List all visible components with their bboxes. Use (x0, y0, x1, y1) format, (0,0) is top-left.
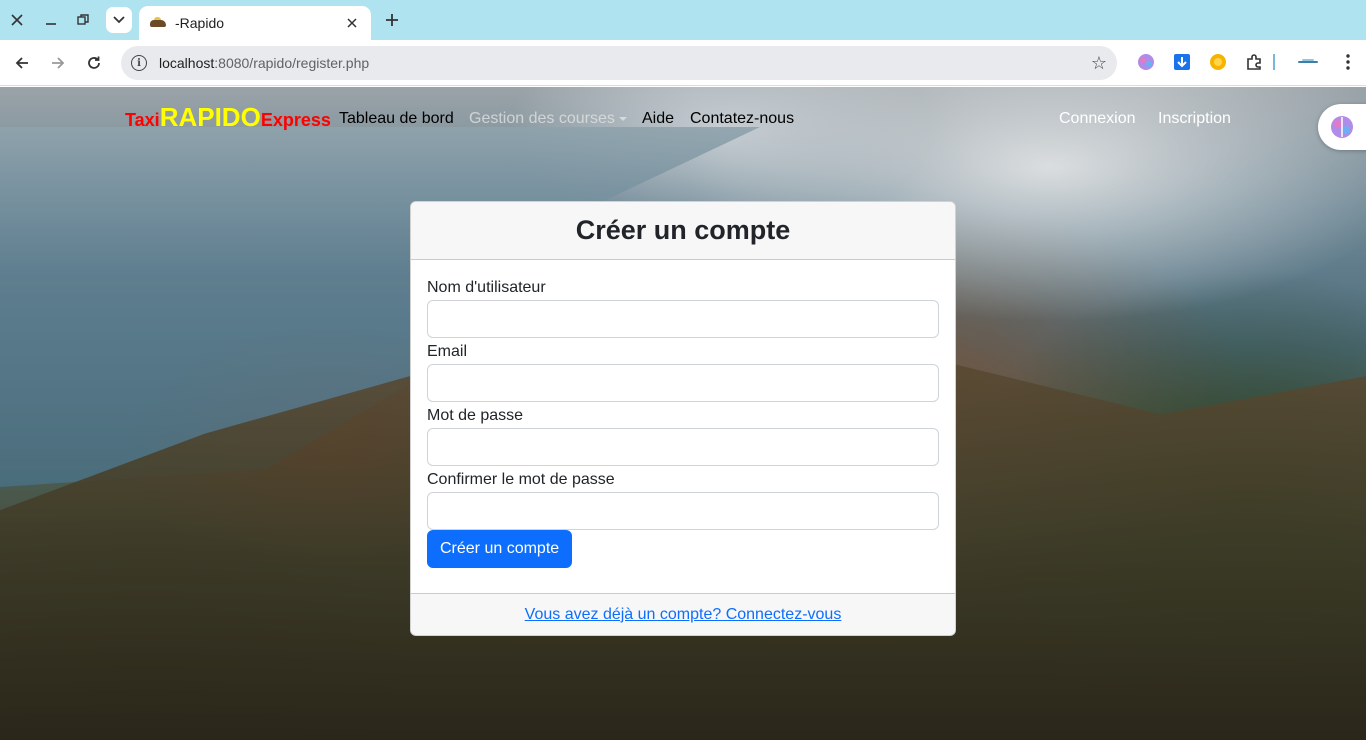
browser-tabstrip: -Rapido (0, 0, 1366, 40)
nav-help[interactable]: Aide (642, 110, 674, 128)
page-background: Taxi RAPIDO Express Tableau de bord Gestio… (0, 87, 1366, 740)
card-header: Créer un compte (411, 202, 955, 260)
page-title: Créer un compte (575, 215, 791, 245)
nav-course-management-dropdown[interactable]: Gestion des courses (469, 110, 627, 128)
reload-button[interactable] (82, 51, 106, 75)
site-info-icon[interactable]: i (131, 55, 147, 71)
minimize-icon[interactable] (39, 8, 63, 32)
username-label: Nom d'utilisateur (427, 279, 546, 296)
back-button[interactable] (10, 51, 34, 75)
username-input[interactable] (427, 300, 939, 338)
nav-course-management-label: Gestion des courses (469, 110, 615, 127)
register-card: Créer un compte Nom d'utilisateur Email … (410, 201, 956, 636)
nav-dashboard[interactable]: Tableau de bord (339, 110, 454, 128)
nav-login[interactable]: Connexion (1059, 110, 1136, 128)
url-host: localhost (159, 55, 215, 71)
login-link[interactable]: Vous avez déjà un compte? Connectez-vous (525, 606, 842, 624)
brain-extension-icon[interactable] (1136, 52, 1156, 72)
taxi-favicon-icon (149, 17, 167, 29)
profile-icon[interactable] (1296, 52, 1320, 72)
plus-icon (386, 14, 398, 26)
reload-icon (88, 56, 100, 69)
arrow-left-icon (15, 57, 28, 69)
confirm-password-input[interactable] (427, 492, 939, 530)
sun-extension-icon[interactable] (1208, 52, 1228, 72)
confirm-password-label: Confirmer le mot de passe (427, 471, 615, 488)
new-tab-button[interactable] (380, 8, 404, 32)
address-bar[interactable]: i localhost:8080/rapido/register.php ☆ (121, 46, 1117, 80)
browser-tab[interactable]: -Rapido (139, 6, 371, 40)
url-path: :8080/rapido/register.php (214, 55, 370, 71)
caret-down-icon (618, 116, 627, 121)
nav-register[interactable]: Inscription (1158, 110, 1231, 128)
chevron-down-icon (113, 16, 125, 24)
tab-close-icon[interactable] (343, 15, 361, 31)
forward-button[interactable] (46, 51, 70, 75)
menu-kebab-icon[interactable] (1338, 52, 1358, 72)
download-extension-icon[interactable] (1172, 52, 1192, 72)
browser-toolbar: i localhost:8080/rapido/register.php ☆ (0, 40, 1366, 86)
tab-title: -Rapido (175, 15, 225, 31)
email-label: Email (427, 343, 468, 360)
arrow-right-icon (52, 57, 65, 69)
brand-rapido: RAPIDO (159, 102, 261, 132)
password-input[interactable] (427, 428, 939, 466)
brand-logo[interactable]: Taxi RAPIDO Express (125, 103, 331, 131)
bookmark-star-icon[interactable]: ☆ (1091, 53, 1107, 74)
site-navbar: Taxi RAPIDO Express Tableau de bord Gestio… (0, 87, 1366, 151)
password-label: Mot de passe (427, 407, 524, 424)
card-footer: Vous avez déjà un compte? Connectez-vous (411, 593, 955, 635)
email-input[interactable] (427, 364, 939, 402)
assistant-side-button[interactable] (1318, 104, 1366, 150)
nav-contact[interactable]: Contatez-nous (690, 110, 794, 128)
brand-express: Express (260, 110, 331, 130)
brain-icon (1331, 116, 1353, 138)
create-account-button[interactable]: Créer un compte (427, 530, 573, 568)
register-form: Nom d'utilisateur Email Mot de passe Con… (411, 260, 955, 568)
puzzle-extensions-icon[interactable] (1244, 52, 1264, 72)
tab-search-button[interactable] (106, 7, 132, 33)
close-window-icon[interactable] (5, 8, 29, 32)
restore-icon[interactable] (71, 8, 95, 32)
brand-taxi: Taxi (125, 110, 160, 130)
toolbar-divider (1272, 52, 1276, 72)
